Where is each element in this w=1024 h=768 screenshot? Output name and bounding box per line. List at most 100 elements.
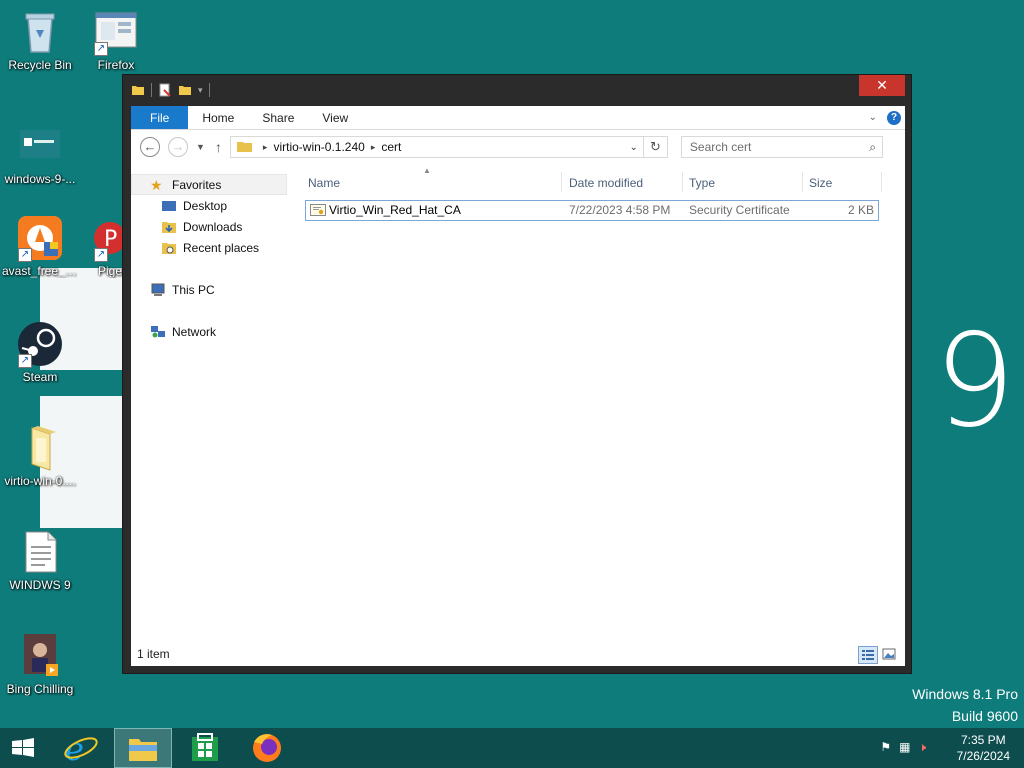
folder-app-icon[interactable]: [131, 83, 145, 97]
search-box[interactable]: Search cert ⌕: [680, 136, 883, 158]
recycle-bin-icon: [16, 8, 64, 56]
desktop-icon-bing-chilling[interactable]: Bing Chilling: [0, 632, 80, 696]
text-document-icon: [16, 528, 64, 576]
desktop-icon-windows-9[interactable]: windows-9-...: [0, 122, 80, 186]
folder-breadcrumb-icon: [236, 141, 253, 153]
desktop-icon-pige[interactable]: P ↗ Pige: [74, 214, 126, 278]
refresh-button[interactable]: ↻: [643, 136, 668, 158]
status-item-count: 1 item: [137, 647, 170, 661]
column-divider[interactable]: [802, 172, 803, 192]
desktop-icon-label: Bing Chilling: [6, 682, 74, 696]
up-button[interactable]: ↑: [215, 139, 222, 155]
tab-home[interactable]: Home: [188, 106, 248, 129]
downloads-folder-icon: [161, 220, 177, 234]
computer-icon: [150, 283, 166, 297]
file-date-modified: 7/22/2023 4:58 PM: [569, 203, 671, 217]
action-center-flag-icon[interactable]: ⚑: [880, 740, 891, 755]
breadcrumb-separator-icon[interactable]: ▸: [371, 142, 376, 153]
nav-item-this-pc[interactable]: This PC: [131, 279, 289, 300]
explorer-body: ★ Favorites Desktop Downloads Recent pla…: [131, 164, 905, 666]
tab-file[interactable]: File: [131, 106, 189, 129]
customize-qat-chevron-icon[interactable]: ▾: [198, 85, 203, 96]
nav-item-network[interactable]: Network: [131, 321, 289, 342]
file-row[interactable]: Virtio_Win_Red_Hat_CA 7/22/2023 4:58 PM …: [305, 200, 879, 221]
volume-muted-icon[interactable]: 🕨: [918, 740, 926, 755]
desktop-icon-label: Recycle Bin: [8, 58, 72, 72]
properties-icon[interactable]: [158, 83, 172, 97]
nav-item-downloads[interactable]: Downloads: [131, 216, 289, 237]
nav-item-desktop[interactable]: Desktop: [131, 195, 289, 216]
clock-date: 7/26/2024: [956, 749, 1010, 763]
desktop-icon-firefox[interactable]: ↗ Firefox: [76, 8, 156, 72]
column-divider[interactable]: [881, 172, 882, 192]
details-view-button[interactable]: [858, 646, 878, 664]
new-folder-icon[interactable]: [178, 83, 192, 97]
taskbar-clock[interactable]: 7:35 PM 7/26/2024: [957, 732, 1010, 764]
file-explorer-window[interactable]: ▾ ✕ File Home Share View ⌄ ? ← → ▼ ↑ ▸ v…: [122, 74, 912, 674]
start-button[interactable]: [0, 728, 58, 768]
windows-watermark: Windows 8.1 Pro Build 9600: [912, 683, 1018, 727]
file-size: 2 KB: [847, 203, 874, 217]
quick-access-toolbar: ▾: [131, 83, 210, 97]
nav-label: This PC: [172, 282, 215, 297]
desktop-folder-icon: [161, 199, 177, 213]
column-header-type[interactable]: Type: [689, 172, 715, 194]
folder-icon: [16, 424, 64, 472]
ribbon-right-controls: ⌄ ?: [869, 106, 905, 129]
breadcrumb-cert[interactable]: cert: [381, 140, 401, 154]
ribbon-tab-bar: File Home Share View ⌄ ?: [131, 106, 905, 130]
file-type: Security Certificate: [689, 203, 790, 217]
back-button[interactable]: ←: [140, 137, 160, 157]
network-icon: [150, 325, 166, 339]
column-header-name[interactable]: Name: [308, 172, 340, 194]
taskbar-firefox[interactable]: [238, 728, 296, 768]
nav-label: Network: [172, 324, 217, 339]
address-bar[interactable]: ▸ virtio-win-0.1.240 ▸ cert ⌄: [229, 136, 644, 158]
desktop-icon-label: windows-9-...: [4, 172, 76, 186]
tab-view[interactable]: View: [308, 106, 362, 129]
forward-button[interactable]: →: [168, 137, 188, 157]
windows-9-file-icon: [16, 122, 64, 170]
file-list: Name ▲ Date modified Type Size Virtio_Wi…: [299, 164, 899, 644]
breadcrumb-separator-icon[interactable]: ▸: [263, 142, 268, 153]
taskbar: e ⚑ ▦ 🕨 7:35 PM 7/26/2024: [0, 728, 1024, 768]
star-icon: ★: [150, 176, 163, 193]
desktop-icon-windws-9[interactable]: WINDWS 9: [0, 528, 80, 592]
tab-share[interactable]: Share: [248, 106, 308, 129]
desktop-icon-virtio-folder[interactable]: virtio-win-0....: [0, 424, 80, 488]
desktop-icon-avast[interactable]: ↗ avast_free_a...: [0, 214, 80, 278]
taskbar-store[interactable]: [176, 728, 234, 768]
desktop-icon-label: Steam: [22, 370, 58, 384]
address-dropdown-chevron-icon[interactable]: ⌄: [625, 142, 643, 153]
desktop-big-number: 9: [934, 307, 1016, 456]
column-header-size[interactable]: Size: [809, 172, 832, 194]
column-divider[interactable]: [682, 172, 683, 192]
taskbar-file-explorer[interactable]: [114, 728, 172, 768]
recent-locations-chevron-icon[interactable]: ▼: [196, 142, 205, 152]
column-divider[interactable]: [561, 172, 562, 192]
title-bar[interactable]: ▾ ✕: [123, 75, 911, 105]
close-button[interactable]: ✕: [859, 75, 905, 96]
pige-app-icon: P ↗: [76, 214, 126, 262]
navigation-bar: ← → ▼ ↑ ▸ virtio-win-0.1.240 ▸ cert ⌄ ↻ …: [131, 130, 905, 164]
breadcrumb-virtio[interactable]: virtio-win-0.1.240: [273, 140, 364, 154]
nav-item-favorites[interactable]: ★ Favorites: [131, 174, 287, 195]
column-header-date[interactable]: Date modified: [569, 172, 643, 194]
certificate-file-icon: [310, 204, 326, 217]
network-status-icon[interactable]: ▦: [899, 740, 910, 755]
large-icons-view-button[interactable]: [880, 646, 900, 664]
search-icon[interactable]: ⌕: [869, 140, 876, 155]
taskbar-internet-explorer[interactable]: e: [52, 728, 110, 768]
desktop-icon-label: WINDWS 9: [9, 578, 71, 592]
video-file-icon: [16, 632, 64, 680]
desktop-icon-steam[interactable]: ↗ Steam: [0, 320, 80, 384]
expand-ribbon-chevron-icon[interactable]: ⌄: [869, 112, 877, 123]
help-icon[interactable]: ?: [887, 110, 901, 125]
system-tray: ⚑ ▦ 🕨: [880, 740, 926, 755]
toolbar-separator: [208, 83, 210, 97]
shortcut-arrow-icon: ↗: [94, 248, 108, 262]
nav-item-recent-places[interactable]: Recent places: [131, 237, 289, 258]
desktop-icon-recycle-bin[interactable]: Recycle Bin: [0, 8, 80, 72]
nav-label: Downloads: [183, 219, 243, 234]
